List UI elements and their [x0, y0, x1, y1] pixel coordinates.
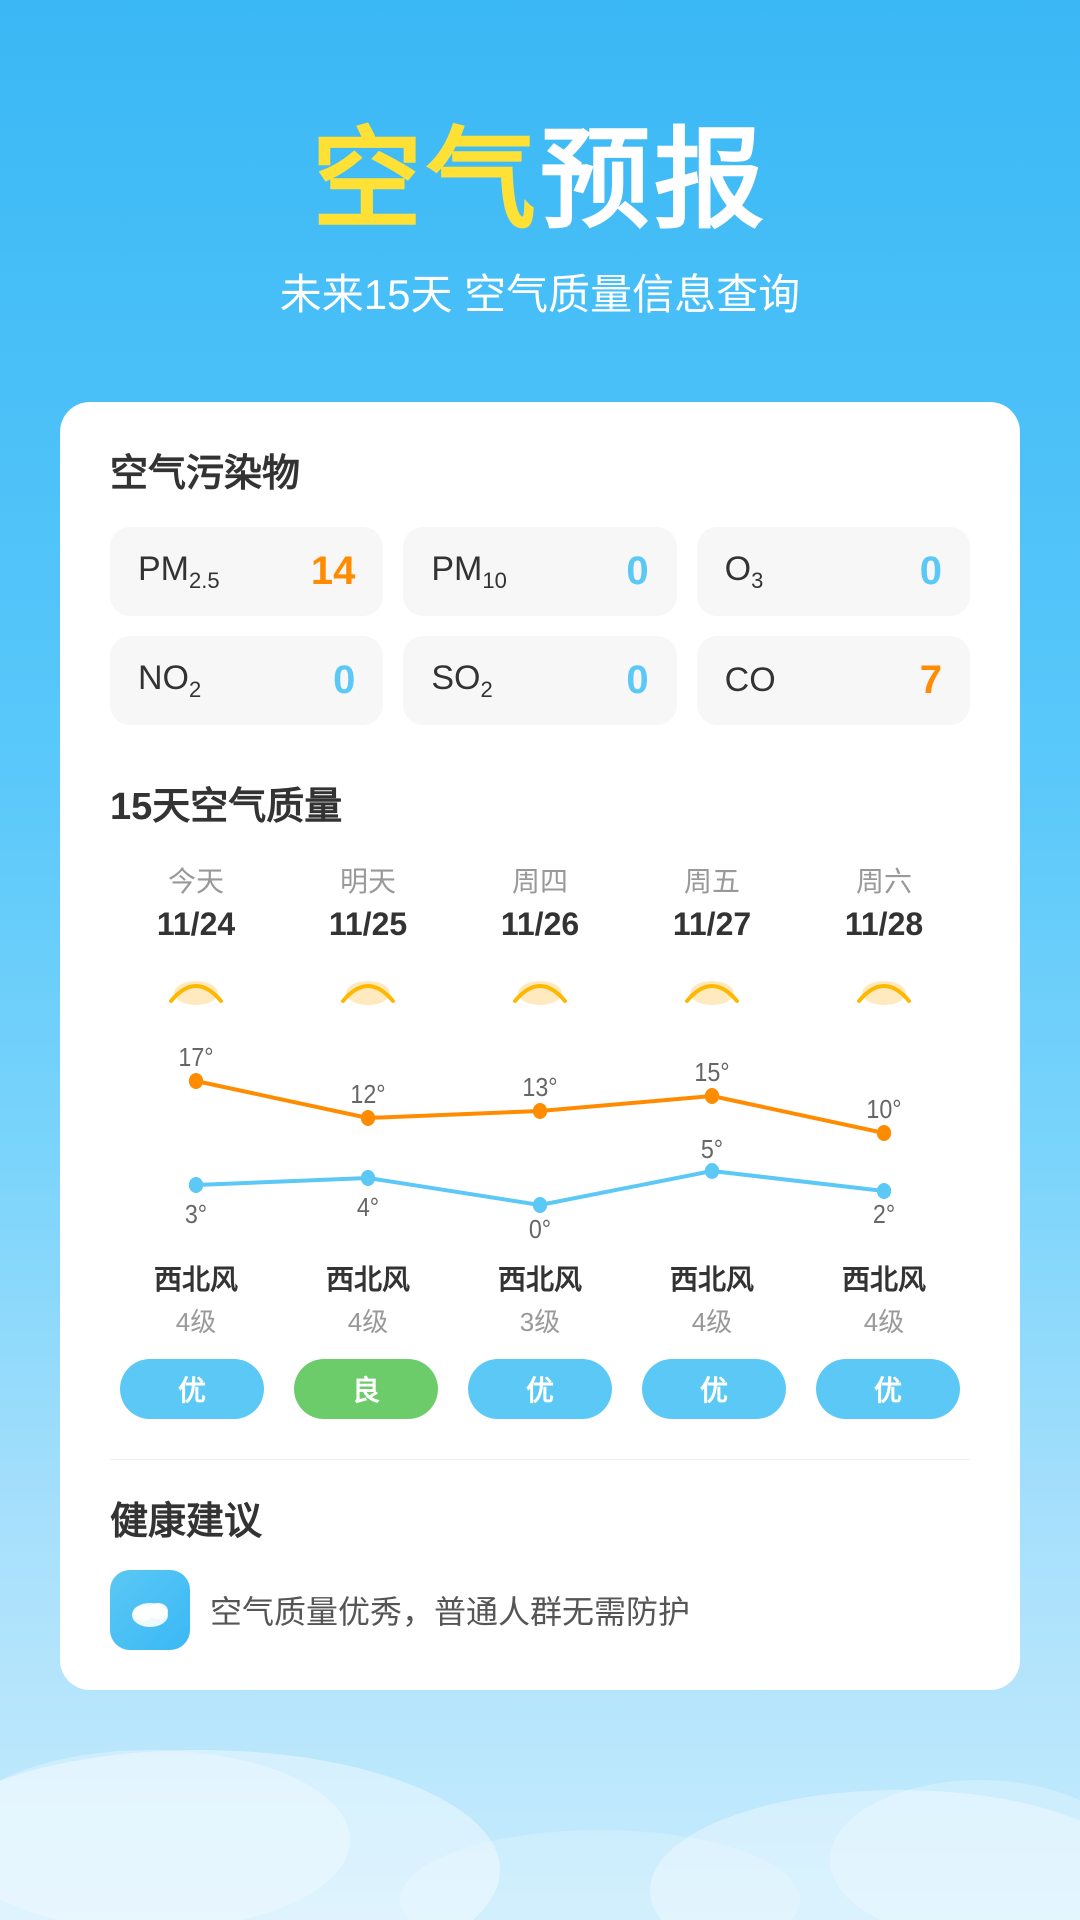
pollutant-o3-value: 0 [920, 549, 942, 594]
quality-badge-4: 优 [816, 1359, 960, 1419]
title-part2: 预报 [540, 119, 768, 242]
cloud-icon [125, 1585, 175, 1635]
subtitle: 未来15天 空气质量信息查询 [60, 261, 1020, 322]
low-label-3: 5° [701, 1136, 723, 1164]
pollutant-no2-value: 0 [333, 658, 355, 703]
pollutant-so2: SO2 0 [403, 636, 676, 725]
day-name-0: 今天 [168, 860, 224, 900]
day-name-2: 周四 [512, 860, 568, 900]
low-dot-4 [877, 1183, 891, 1199]
days-header-grid: 今天 11/24 明天 11/25 周四 11/26 周五 [110, 860, 970, 1018]
weather-icon-4 [849, 963, 919, 1008]
health-title: 健康建议 [110, 1490, 970, 1545]
high-label-1: 12° [350, 1081, 385, 1109]
wind-dir-4: 西北风 4级 [798, 1258, 970, 1339]
day-date-2: 11/26 [501, 906, 579, 943]
pollutant-pm25-value: 14 [311, 549, 356, 594]
high-dot-3 [705, 1088, 719, 1104]
pollutant-so2-value: 0 [626, 658, 648, 703]
wind-dir-0: 西北风 4级 [110, 1258, 282, 1339]
high-dot-2 [533, 1103, 547, 1119]
quality-badge-3: 优 [642, 1359, 786, 1419]
weather-icon-0 [161, 963, 231, 1008]
wind-section: 西北风 4级 西北风 4级 西北风 3级 西北风 4级 西北风 4级 [110, 1258, 970, 1339]
day-col-4: 周六 11/28 [798, 860, 970, 1018]
day-date-3: 11/27 [673, 906, 751, 943]
low-dot-0 [189, 1177, 203, 1193]
pollutant-pm25: PM2.5 14 [110, 527, 383, 616]
weather-icon-1 [333, 963, 403, 1008]
main-title: 空气预报 [60, 120, 1020, 241]
day-name-4: 周六 [856, 860, 912, 900]
low-label-4: 2° [873, 1201, 895, 1229]
pollutant-co-name: CO [725, 661, 776, 700]
day-col-2: 周四 11/26 [454, 860, 626, 1018]
temperature-chart: 17° 12° 13° 15° 10° 3° 4° 0° 5° 2° [110, 1028, 970, 1248]
quality-badge-2: 优 [468, 1359, 612, 1419]
day-date-4: 11/28 [845, 906, 923, 943]
weather-icon-3 [677, 963, 747, 1008]
pollutant-co-value: 7 [920, 658, 942, 703]
pollutants-title: 空气污染物 [110, 442, 970, 497]
wind-dir-2: 西北风 3级 [454, 1258, 626, 1339]
pollutant-so2-name: SO2 [431, 659, 492, 703]
day-date-1: 11/25 [329, 906, 407, 943]
quality-badge-1: 良 [294, 1359, 438, 1419]
main-card: 空气污染物 PM2.5 14 PM10 0 O3 0 NO2 0 SO2 0 C… [60, 402, 1020, 1690]
header: 空气预报 未来15天 空气质量信息查询 [0, 0, 1080, 362]
low-label-2: 0° [529, 1216, 551, 1244]
high-label-3: 15° [694, 1059, 729, 1087]
day-name-1: 明天 [340, 860, 396, 900]
day-col-0: 今天 11/24 [110, 860, 282, 1018]
health-advice: 空气质量优秀，普通人群无需防护 [210, 1587, 690, 1633]
low-dot-1 [361, 1170, 375, 1186]
day-name-3: 周五 [684, 860, 740, 900]
high-label-2: 13° [522, 1074, 557, 1102]
wind-dir-row: 西北风 4级 西北风 4级 西北风 3级 西北风 4级 西北风 4级 [110, 1258, 970, 1339]
health-app-icon [110, 1570, 190, 1650]
high-dot-0 [189, 1073, 203, 1089]
wind-dir-1: 西北风 4级 [282, 1258, 454, 1339]
temp-chart-svg: 17° 12° 13° 15° 10° 3° 4° 0° 5° 2° [110, 1028, 970, 1248]
day-date-0: 11/24 [157, 906, 235, 943]
low-label-1: 4° [357, 1194, 379, 1222]
pollutant-no2: NO2 0 [110, 636, 383, 725]
pollutant-no2-name: NO2 [138, 659, 201, 703]
title-highlight: 空气 [312, 119, 540, 242]
weather-icon-2 [505, 963, 575, 1008]
high-dot-4 [877, 1125, 891, 1141]
low-dot-2 [533, 1197, 547, 1213]
low-dot-3 [705, 1163, 719, 1179]
high-label-0: 17° [178, 1044, 213, 1072]
low-label-0: 3° [185, 1201, 207, 1229]
pollutant-pm10-name: PM10 [431, 550, 506, 594]
quality-badge-0: 优 [120, 1359, 264, 1419]
pollutant-pm10-value: 0 [626, 549, 648, 594]
pollutant-pm25-name: PM2.5 [138, 550, 220, 594]
quality-row: 优 良 优 优 优 [110, 1359, 970, 1419]
forecast-title: 15天空气质量 [110, 775, 970, 830]
high-dot-1 [361, 1110, 375, 1126]
pollutant-pm10: PM10 0 [403, 527, 676, 616]
high-label-4: 10° [866, 1096, 901, 1124]
wind-dir-3: 西北风 4级 [626, 1258, 798, 1339]
day-col-1: 明天 11/25 [282, 860, 454, 1018]
day-col-3: 周五 11/27 [626, 860, 798, 1018]
pollutant-o3: O3 0 [697, 527, 970, 616]
health-section: 健康建议 空气质量优秀，普通人群无需防护 [110, 1459, 970, 1650]
pollutant-co: CO 7 [697, 636, 970, 725]
pollutant-grid: PM2.5 14 PM10 0 O3 0 NO2 0 SO2 0 CO 7 [110, 527, 970, 725]
health-item: 空气质量优秀，普通人群无需防护 [110, 1570, 970, 1650]
pollutant-o3-name: O3 [725, 550, 764, 594]
